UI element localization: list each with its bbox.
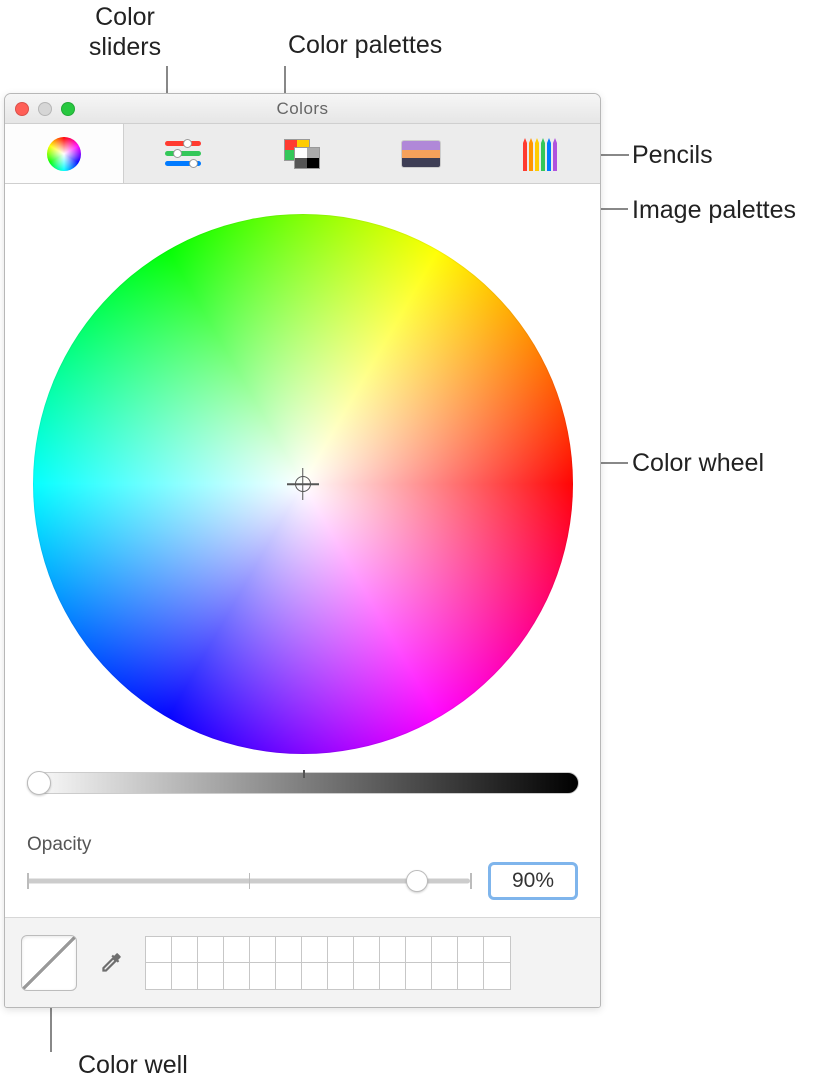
callout-line bbox=[50, 1004, 52, 1052]
callout-palettes: Color palettes bbox=[288, 30, 442, 60]
color-well[interactable] bbox=[21, 935, 77, 991]
swatch-cell[interactable] bbox=[276, 937, 302, 963]
swatch-cell[interactable] bbox=[224, 937, 250, 963]
pencils-icon bbox=[520, 137, 560, 171]
swatch-cell[interactable] bbox=[146, 937, 172, 963]
swatch-cell[interactable] bbox=[302, 963, 328, 989]
zoom-icon[interactable] bbox=[61, 102, 75, 116]
brightness-thumb[interactable] bbox=[27, 771, 51, 795]
callout-image: Image palettes bbox=[632, 195, 796, 225]
opacity-section: Opacity bbox=[23, 834, 582, 900]
opacity-label: Opacity bbox=[27, 834, 578, 856]
swatch-cell[interactable] bbox=[328, 963, 354, 989]
swatch-cell[interactable] bbox=[172, 963, 198, 989]
swatch-cell[interactable] bbox=[458, 963, 484, 989]
tab-color-palettes[interactable] bbox=[243, 124, 362, 183]
swatch-cell[interactable] bbox=[198, 963, 224, 989]
color-wheel-icon bbox=[47, 137, 81, 171]
tab-image-palettes[interactable] bbox=[362, 124, 481, 183]
window-controls bbox=[5, 102, 75, 116]
swatch-cell[interactable] bbox=[146, 963, 172, 989]
opacity-thumb[interactable] bbox=[406, 870, 428, 892]
opacity-slider[interactable] bbox=[27, 870, 470, 892]
swatch-cell[interactable] bbox=[484, 963, 510, 989]
swatch-cell[interactable] bbox=[198, 937, 224, 963]
callout-wheel: Color wheel bbox=[632, 448, 764, 478]
swatch-cell[interactable] bbox=[250, 937, 276, 963]
swatch-cell[interactable] bbox=[328, 937, 354, 963]
color-wheel[interactable] bbox=[33, 214, 573, 754]
brightness-slider[interactable] bbox=[27, 772, 579, 794]
image-palette-icon bbox=[401, 140, 441, 168]
swatch-cell[interactable] bbox=[172, 937, 198, 963]
swatch-cell[interactable] bbox=[406, 963, 432, 989]
close-icon[interactable] bbox=[15, 102, 29, 116]
footer bbox=[5, 917, 600, 1007]
color-wheel-canvas bbox=[33, 214, 573, 754]
swatch-cell[interactable] bbox=[458, 937, 484, 963]
minimize-icon[interactable] bbox=[38, 102, 52, 116]
swatch-cell[interactable] bbox=[432, 963, 458, 989]
tab-color-wheel[interactable] bbox=[5, 124, 124, 183]
swatch-cell[interactable] bbox=[276, 963, 302, 989]
opacity-field[interactable] bbox=[488, 862, 578, 900]
sliders-icon bbox=[165, 141, 201, 167]
swatch-cell[interactable] bbox=[224, 963, 250, 989]
opacity-tick bbox=[470, 873, 472, 889]
brightness-mid-tick bbox=[303, 770, 305, 778]
eyedropper-button[interactable] bbox=[95, 947, 127, 979]
swatch-cell[interactable] bbox=[380, 963, 406, 989]
swatch-cell[interactable] bbox=[432, 937, 458, 963]
picker-mode-tabs bbox=[5, 124, 600, 184]
callout-sliders: Colorsliders bbox=[70, 2, 180, 62]
swatch-cell[interactable] bbox=[302, 937, 328, 963]
swatches-grid[interactable] bbox=[145, 936, 511, 990]
callout-pencils: Pencils bbox=[632, 140, 713, 170]
tab-color-sliders[interactable] bbox=[124, 124, 243, 183]
opacity-tick bbox=[27, 873, 29, 889]
palettes-icon bbox=[284, 139, 320, 169]
window-title: Colors bbox=[5, 99, 600, 119]
swatch-cell[interactable] bbox=[380, 937, 406, 963]
tab-pencils[interactable] bbox=[481, 124, 600, 183]
content-area: Opacity bbox=[5, 184, 600, 917]
opacity-tick bbox=[249, 873, 251, 889]
swatch-cell[interactable] bbox=[354, 937, 380, 963]
titlebar: Colors bbox=[5, 94, 600, 124]
eyedropper-icon bbox=[98, 950, 124, 976]
swatch-cell[interactable] bbox=[354, 963, 380, 989]
swatch-cell[interactable] bbox=[484, 937, 510, 963]
callout-well: Color well bbox=[78, 1050, 188, 1080]
colors-window: Colors bbox=[4, 93, 601, 1008]
swatch-cell[interactable] bbox=[406, 937, 432, 963]
swatch-cell[interactable] bbox=[250, 963, 276, 989]
